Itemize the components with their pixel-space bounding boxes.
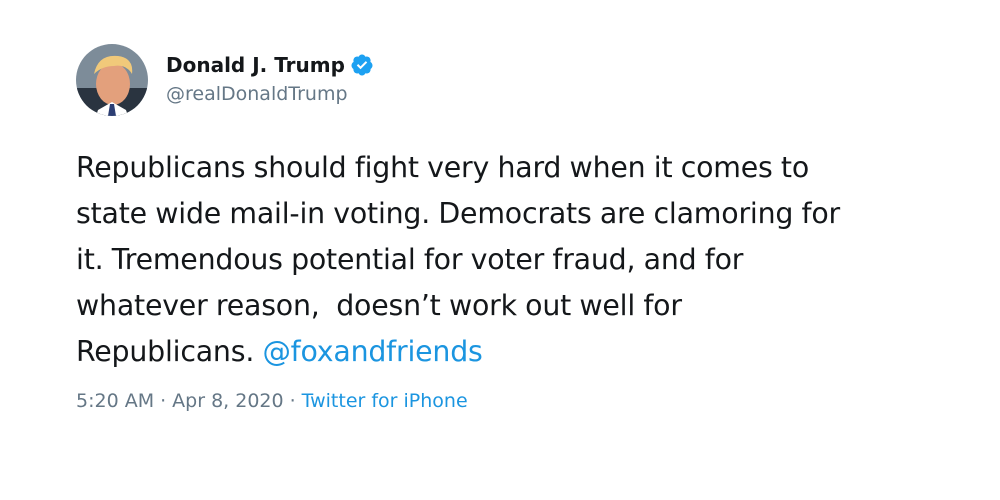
tweet-last-line: Republicans. @foxandfriends: [76, 329, 956, 375]
tweet-line: state wide mail-in voting. Democrats are…: [76, 197, 840, 230]
tweet-card: Donald J. Trump @realDonaldTrump Republi…: [0, 0, 1000, 500]
display-name[interactable]: Donald J. Trump: [166, 53, 345, 77]
tweet-line-text: Republicans.: [76, 335, 263, 368]
tweet-date[interactable]: Apr 8, 2020: [172, 390, 283, 412]
tweet-source-link[interactable]: Twitter for iPhone: [302, 390, 468, 412]
meta-separator: ·: [160, 390, 167, 412]
display-name-row: Donald J. Trump: [166, 50, 374, 80]
tweet-time[interactable]: 5:20 AM: [76, 390, 154, 412]
tweet-line: whatever reason, doesn’t work out well f…: [76, 289, 682, 322]
meta-separator: ·: [289, 390, 296, 412]
handle[interactable]: @realDonaldTrump: [166, 83, 374, 105]
tweet-meta: 5:20 AM · Apr 8, 2020 · Twitter for iPhone: [76, 390, 468, 412]
author-block: Donald J. Trump @realDonaldTrump: [166, 50, 374, 105]
tweet-line: it. Tremendous potential for voter fraud…: [76, 243, 744, 276]
tweet-line: Republicans should fight very hard when …: [76, 151, 810, 184]
mention-link[interactable]: @foxandfriends: [262, 335, 482, 368]
tweet-text: Republicans should fight very hard when …: [76, 145, 956, 375]
avatar[interactable]: [76, 44, 148, 116]
verified-badge-icon: [351, 54, 373, 76]
